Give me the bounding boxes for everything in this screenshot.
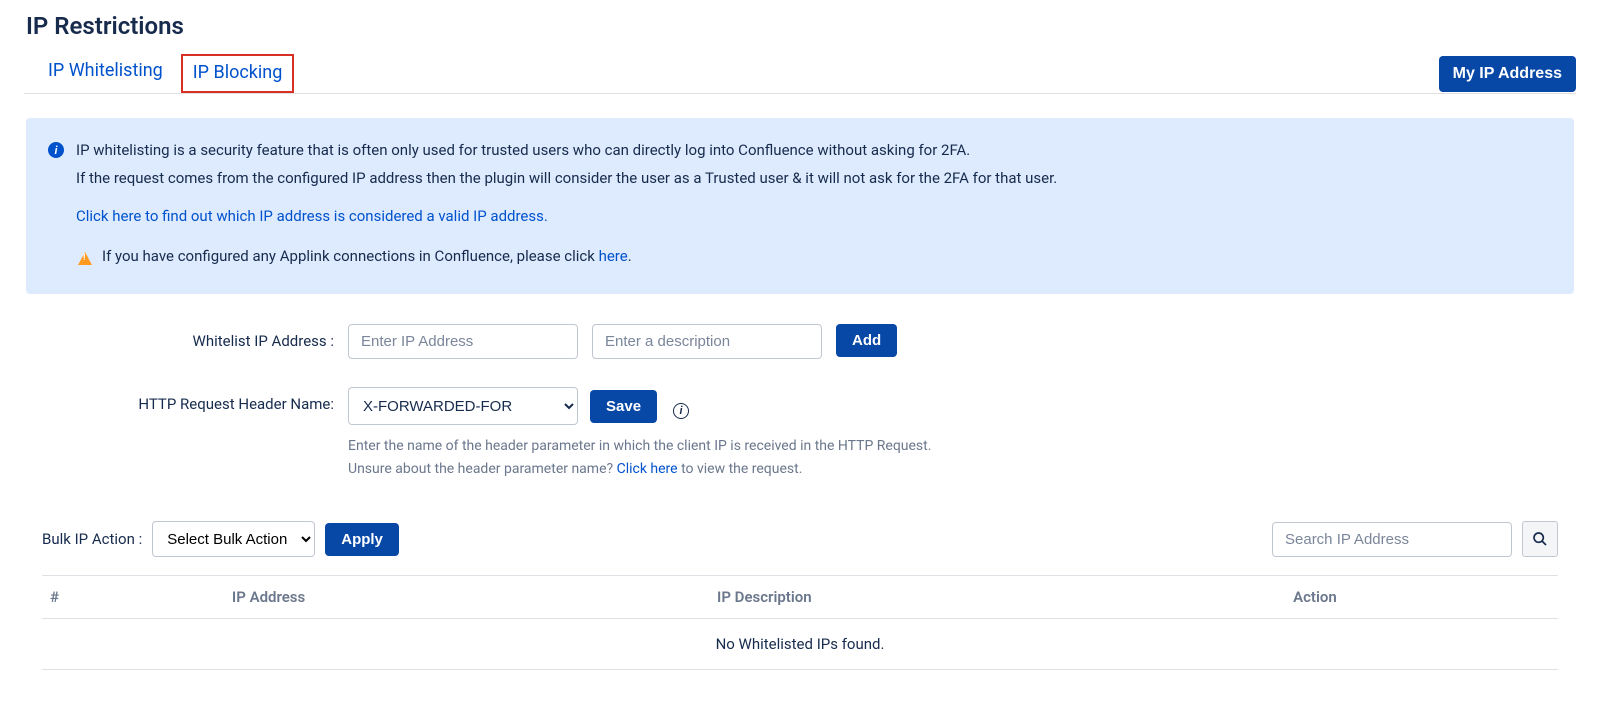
info-circle-icon[interactable]: i xyxy=(673,403,689,419)
info-text: & it will not ask for the 2FA for that u… xyxy=(789,169,1058,187)
add-button[interactable]: Add xyxy=(836,324,897,357)
col-ip-description: IP Description xyxy=(709,576,1285,619)
info-text-emph: Trusted user xyxy=(705,169,789,187)
http-header-select[interactable]: X-FORWARDED-FOR xyxy=(348,387,578,425)
col-index: # xyxy=(42,576,224,619)
ip-address-input[interactable] xyxy=(348,324,578,359)
info-text-bold: directly log into Confluence xyxy=(633,141,814,159)
valid-ip-help-link[interactable]: Click here to find out which IP address … xyxy=(76,207,548,225)
my-ip-address-button[interactable]: My IP Address xyxy=(1439,56,1576,92)
ip-description-input[interactable] xyxy=(592,324,822,359)
warn-text: . xyxy=(628,247,632,265)
bulk-action-select[interactable]: Select Bulk Action xyxy=(152,521,315,557)
col-action: Action xyxy=(1285,576,1558,619)
col-ip-address: IP Address xyxy=(224,576,709,619)
help-text-2a: Unsure about the header parameter name? xyxy=(348,461,617,477)
whitelist-ip-row: Whitelist IP Address : Add xyxy=(84,324,1576,359)
table-row-empty: No Whitelisted IPs found. xyxy=(42,619,1558,670)
form-area: Whitelist IP Address : Add HTTP Request … xyxy=(84,324,1576,481)
tabs: IP Whitelisting IP Blocking xyxy=(44,54,294,93)
search-ip-input[interactable] xyxy=(1272,522,1512,557)
help-text-2b: to view the request. xyxy=(678,461,803,477)
page-title: IP Restrictions xyxy=(26,12,1576,40)
bulk-action-label: Bulk IP Action : xyxy=(42,530,142,548)
click-here-link[interactable]: Click here xyxy=(617,461,678,477)
warning-icon xyxy=(78,252,92,265)
http-header-row: HTTP Request Header Name: X-FORWARDED-FO… xyxy=(84,387,1576,481)
search-icon xyxy=(1532,531,1548,547)
info-box: i IP whitelisting is a security feature … xyxy=(26,118,1574,294)
info-icon: i xyxy=(48,142,64,158)
info-text: If the request comes from the configured… xyxy=(76,169,705,187)
warn-text: If you have configured any Applink conne… xyxy=(102,247,599,265)
empty-message: No Whitelisted IPs found. xyxy=(42,619,1558,670)
http-header-label: HTTP Request Header Name: xyxy=(84,387,334,413)
ip-table: # IP Address IP Description Action No Wh… xyxy=(42,575,1558,670)
help-text-1: Enter the name of the header parameter i… xyxy=(348,435,931,458)
bulk-action-row: Bulk IP Action : Select Bulk Action Appl… xyxy=(42,521,1558,557)
whitelist-ip-label: Whitelist IP Address : xyxy=(84,324,334,350)
apply-button[interactable]: Apply xyxy=(325,523,399,556)
tab-ip-blocking[interactable]: IP Blocking xyxy=(181,54,295,93)
tabs-row: IP Whitelisting IP Blocking My IP Addres… xyxy=(24,54,1576,94)
info-text: without asking for 2FA. xyxy=(814,141,971,159)
save-button[interactable]: Save xyxy=(590,390,657,423)
tab-ip-whitelisting[interactable]: IP Whitelisting xyxy=(44,54,167,93)
info-text: IP whitelisting is a security feature th… xyxy=(76,141,633,159)
search-button[interactable] xyxy=(1522,521,1558,557)
applink-here-link[interactable]: here xyxy=(599,247,628,265)
